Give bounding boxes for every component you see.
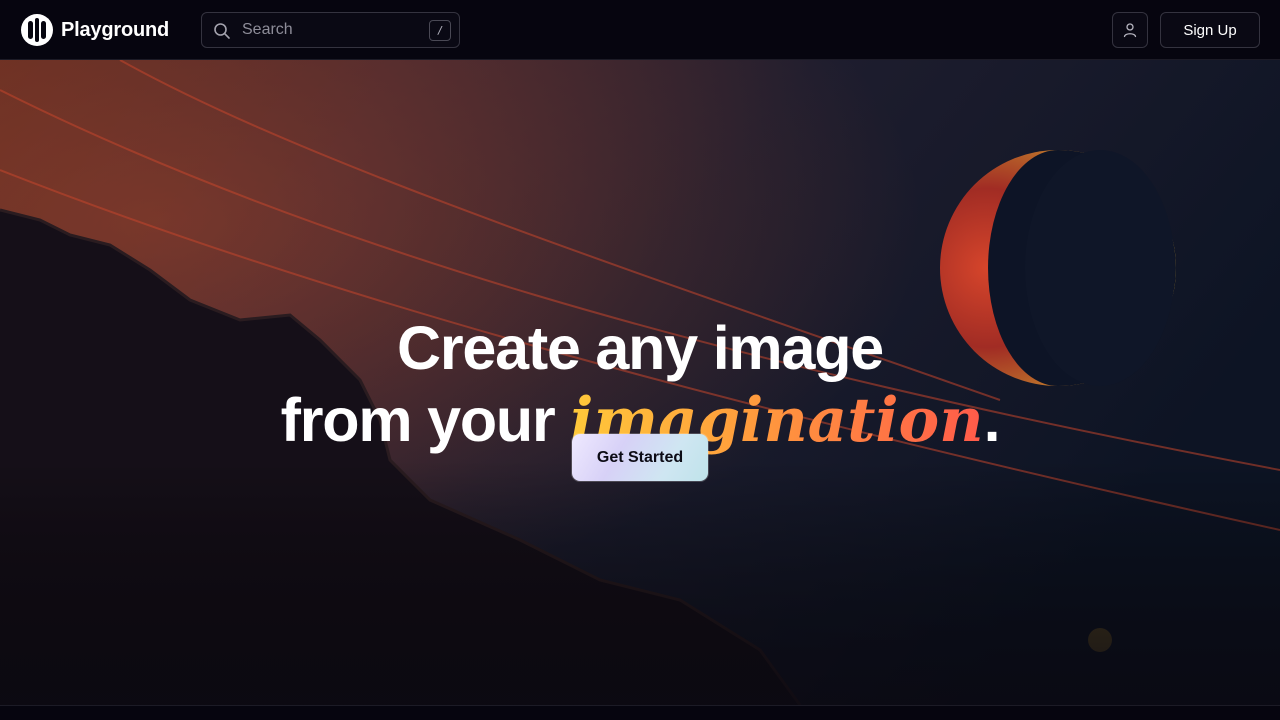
logo[interactable]: Playground — [20, 13, 169, 47]
bottom-bar — [0, 705, 1280, 720]
playground-logo-icon — [21, 14, 53, 46]
search-bar[interactable]: / — [201, 12, 460, 48]
search-shortcut-hint: / — [429, 20, 451, 41]
search-input[interactable] — [242, 13, 422, 47]
get-started-button[interactable]: Get Started — [572, 434, 708, 481]
top-navbar: Playground / Sign Up — [0, 0, 1280, 60]
user-account-button[interactable] — [1112, 12, 1148, 48]
headline-prefix: from your — [280, 386, 571, 454]
user-icon — [1123, 23, 1137, 38]
hero-section: Create any image from your imagination. — [0, 60, 1280, 705]
sign-up-button[interactable]: Sign Up — [1160, 12, 1260, 48]
search-icon — [214, 23, 230, 39]
headline-suffix: . — [983, 386, 1001, 454]
headline-line-1: Create any image — [397, 314, 884, 382]
app-name: Playground — [61, 18, 170, 41]
